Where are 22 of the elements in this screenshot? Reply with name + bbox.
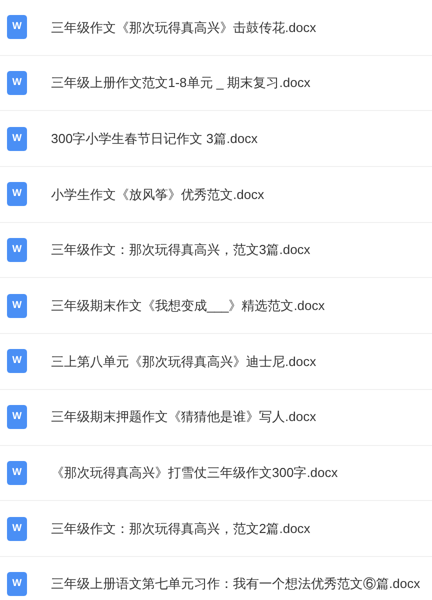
file-name[interactable]: 三年级期末作文《我想变成___》精选范文.docx [51,296,325,316]
word-file-icon: W [7,516,27,541]
word-file-icon: W [7,182,27,206]
word-file-icon: W [7,15,27,40]
file-name[interactable]: 《那次玩得真高兴》打雪仗三年级作文300字.docx [51,463,338,483]
file-name[interactable]: 三年级作文：那次玩得真高兴，范文2篇.docx [51,518,310,538]
word-file-icon: W [7,126,27,151]
file-name[interactable]: 三年级上册作文范文1-8单元 _ 期末复习.docx [51,73,310,93]
word-file-icon: W [7,572,27,596]
word-file-icon: W [7,294,27,318]
file-name[interactable]: 小学生作文《放风筝》优秀范文.docx [51,184,264,204]
file-name[interactable]: 300字小学生春节日记作文 3篇.docx [51,128,258,148]
file-name[interactable]: 三年级上册语文第七单元习作：我有一个想法优秀范文⑥篇.docx [51,574,420,594]
word-file-icon: W [7,238,27,262]
word-file-icon: W [7,405,27,430]
file-name[interactable]: 三年级期末押题作文《猜猜他是谁》写人.docx [51,407,316,427]
file-name[interactable]: 三上第八单元《那次玩得真高兴》迪士尼.docx [51,352,316,372]
word-file-icon: W [7,349,27,374]
word-file-icon: W [7,71,27,96]
word-file-icon: W [7,460,27,485]
file-name[interactable]: 三年级作文《那次玩得真高兴》击鼓传花.docx [51,18,316,38]
file-name[interactable]: 三年级作文：那次玩得真高兴，范文3篇.docx [51,240,310,260]
